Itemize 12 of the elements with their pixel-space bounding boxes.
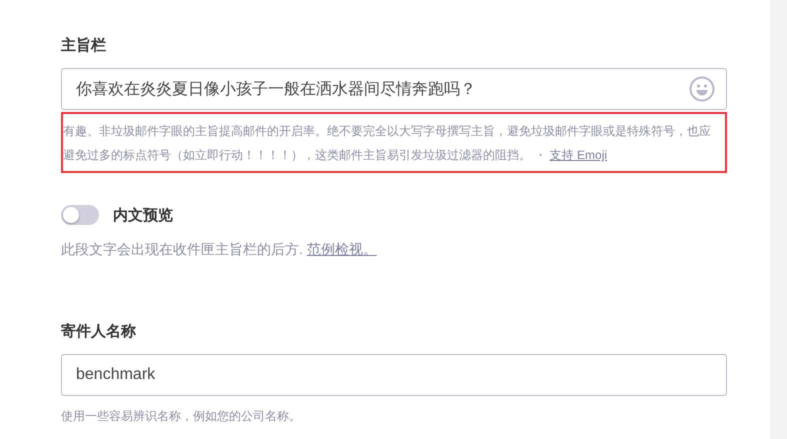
field-label: 主旨栏 [61, 36, 107, 56]
smiley-icon[interactable] [689, 76, 715, 102]
sender-name-field[interactable]: benchmark [61, 354, 727, 396]
subject-field[interactable]: 你喜欢在炎炎夏日像小孩子一般在洒水器间尽情奔跑吗？ [61, 68, 727, 110]
help-text: 使用一些容易辨识名称，例如您的公司名称。 [61, 408, 302, 425]
toggle-switch[interactable] [61, 205, 99, 225]
help-text: 有趣、非垃圾邮件字眼的主旨提高邮件的开启率。绝不要完全以大写字母撰写主旨，避免垃圾邮件字眼或是特殊符号，也应避免过多的标点符号（如立即行动！！！！），这类邮件主旨易引发垃圾过滤器的阻挡。 ・ 支持 Emoji [61, 112, 727, 173]
help-text: 此段文字会出现在收件匣主旨栏的后方. 范例检视。 [61, 240, 378, 259]
toggle-label: 内文预览 [113, 206, 173, 224]
example-link[interactable]: 范例检视。 [306, 241, 377, 257]
field-label: 寄件人名称 [61, 322, 137, 342]
emoji-link[interactable]: 支持 Emoji [550, 148, 608, 162]
